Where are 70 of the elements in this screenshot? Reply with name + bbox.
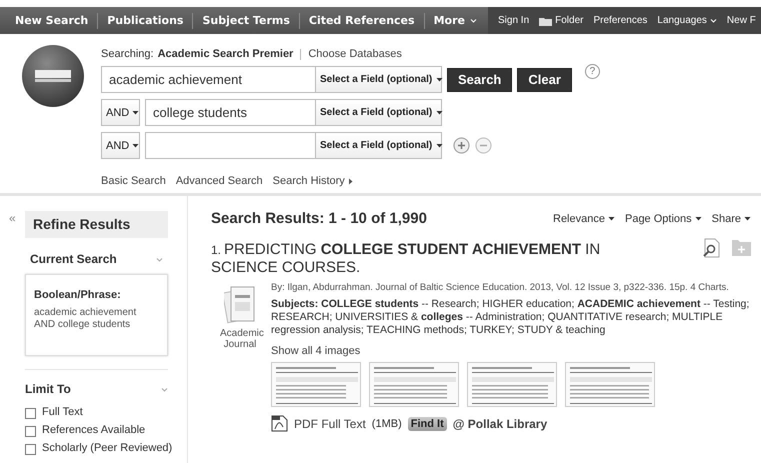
checkbox[interactable] <box>25 444 36 455</box>
section-title: Current Search <box>30 252 117 266</box>
checkbox-label: Scholarly (Peer Reviewed) <box>42 442 172 454</box>
results-dropdown[interactable]: Share <box>712 212 751 224</box>
nav-link[interactable]: Sign In <box>498 15 530 26</box>
file-size: (1MB) <box>372 418 402 430</box>
chevron-icon <box>161 386 168 392</box>
result-title[interactable]: 1. PREDICTING COLLEGE STUDENT ACHIEVEMENT IN SCIENCE COURSES. <box>211 241 661 277</box>
caret-icon <box>694 215 702 222</box>
search-mode-label: Boolean/Phrase: <box>34 289 122 301</box>
results-dropdown[interactable]: Relevance <box>553 212 615 224</box>
folder-icon <box>539 16 552 26</box>
caret-icon <box>744 215 751 222</box>
search-field[interactable] <box>145 132 315 159</box>
section-title: Limit To <box>25 382 71 396</box>
checkbox[interactable] <box>25 426 36 437</box>
caret-icon <box>436 142 444 149</box>
caret-icon <box>608 215 615 222</box>
choose-databases-link[interactable]: Choose Databases <box>308 48 402 60</box>
field-dropdown[interactable]: Select a Field (optional) <box>315 66 442 93</box>
nav-link[interactable]: New F <box>726 15 756 26</box>
nav-link[interactable]: Languages <box>657 15 717 26</box>
pdf-full-text-link[interactable]: PDF Full Text <box>294 416 366 430</box>
caret-icon <box>436 109 444 116</box>
chevron-icon <box>156 256 163 262</box>
nav-link[interactable]: Subject Terms <box>192 12 299 28</box>
search-query-text: academic achievement AND college students <box>34 307 138 331</box>
find-it-button[interactable]: Find It <box>408 416 447 430</box>
field-dropdown[interactable]: Select a Field (optional) <box>315 132 442 159</box>
library-link[interactable]: @ Pollak Library <box>452 416 548 430</box>
help-button[interactable]: ? <box>584 64 600 79</box>
journal-icon <box>224 285 256 325</box>
search-field[interactable]: college students <box>145 99 315 126</box>
operator-dropdown[interactable]: AND <box>101 132 140 159</box>
checkbox[interactable] <box>25 408 36 419</box>
result-subjects: Subjects: COLLEGE students -- Research; HIGHER education; ACADEMIC achievement -- Testing; RESEARCH; UNIVERSITIES & colleges -- Administration; QUANTITATIVE research; MULTIPLE regression analysis; TEACHING methods; TURKEY; STUDY & teaching <box>271 298 750 337</box>
result-byline: By: Ilgan, Abdurrahman. Journal of Baltic Science Education. 2013, Vol. 12 Issue 3, p322-336. 15p. 4 Charts. <box>271 281 730 294</box>
caret-icon <box>710 17 717 24</box>
operator-dropdown[interactable]: AND <box>101 99 140 126</box>
folder-link[interactable]: Folder <box>539 15 584 26</box>
caret-icon <box>132 109 140 116</box>
results-heading: Search Results: 1 - 10 of 1,990 <box>211 210 427 227</box>
results-dropdown[interactable]: Page Options <box>624 212 702 224</box>
collapse-button[interactable]: « <box>0 196 25 463</box>
search-field[interactable]: academic achievement <box>101 66 315 93</box>
nav-link[interactable]: Publications <box>97 12 192 28</box>
search-mode-link[interactable]: Advanced Search <box>176 175 263 187</box>
refine-results-header: Refine Results <box>25 211 168 238</box>
search-button[interactable]: Search <box>447 68 512 92</box>
caret-icon <box>436 76 444 83</box>
checkbox-label: References Available <box>42 424 146 436</box>
nav-link[interactable]: Cited References <box>298 12 424 28</box>
add-row-icon[interactable] <box>453 137 470 154</box>
remove-row-icon[interactable] <box>475 137 492 154</box>
caret-icon <box>470 17 477 24</box>
nav-link[interactable]: More <box>424 12 486 28</box>
search-mode-link[interactable]: Basic Search <box>101 175 166 187</box>
nav-link[interactable]: New Search <box>6 12 98 28</box>
preview-icon[interactable] <box>702 238 720 258</box>
checkbox-label: Full Text <box>42 406 83 418</box>
pdf-icon[interactable] <box>271 415 288 432</box>
search-mode-link[interactable]: Search History <box>272 175 354 187</box>
nav-link[interactable]: Preferences <box>594 15 648 26</box>
database-name: Academic Search Premier <box>158 48 294 60</box>
show-images-link[interactable]: Show all 4 images <box>271 345 761 357</box>
searching-label: Searching: <box>101 48 154 60</box>
field-dropdown[interactable]: Select a Field (optional) <box>315 99 442 126</box>
clear-button[interactable]: Clear <box>517 68 572 92</box>
caret-icon <box>132 142 140 149</box>
caret-icon <box>346 178 354 184</box>
